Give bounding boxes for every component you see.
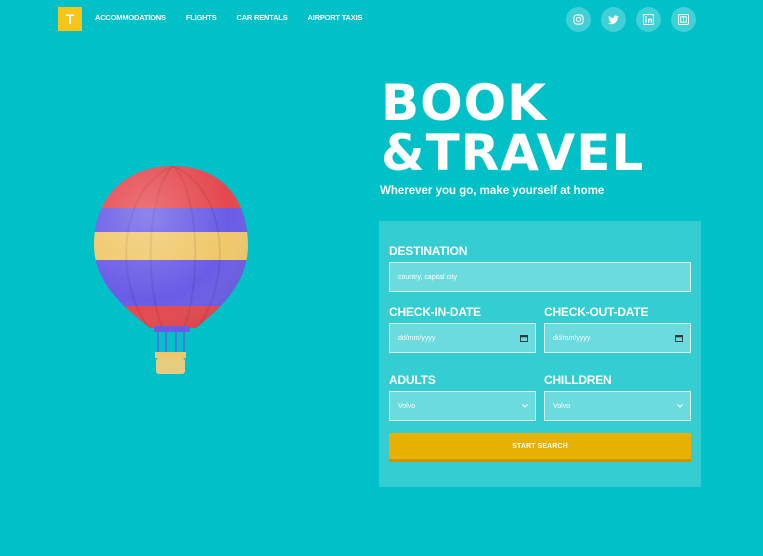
social-links bbox=[566, 7, 696, 32]
bookmark-link[interactable] bbox=[671, 7, 696, 32]
hero-subtitle: Wherever you go, make yourself at home bbox=[380, 185, 605, 197]
instagram-icon bbox=[573, 14, 584, 25]
calendar-icon[interactable] bbox=[675, 334, 683, 342]
nav-car-rentals[interactable]: CAR RENTALS bbox=[237, 13, 288, 22]
hero-title-line2: &TRAVEL bbox=[381, 124, 645, 182]
nav-accommodations[interactable]: ACCOMMODATIONS bbox=[95, 13, 166, 22]
destination-label: DESTINATION bbox=[389, 244, 468, 258]
checkin-placeholder: dd/mm/yyyy bbox=[398, 334, 436, 342]
hot-air-balloon-illustration bbox=[94, 166, 248, 374]
children-select[interactable]: Volvo bbox=[544, 391, 691, 421]
adults-value: Volvo bbox=[398, 402, 416, 410]
instagram-link[interactable] bbox=[566, 7, 591, 32]
checkout-label: CHECK-OUT-DATE bbox=[544, 305, 649, 319]
checkout-placeholder: dd/mm/yyyy bbox=[553, 334, 591, 342]
twitter-link[interactable] bbox=[601, 7, 626, 32]
children-value: Volvo bbox=[553, 402, 571, 410]
nav-flights[interactable]: FLIGHTS bbox=[186, 13, 217, 22]
adults-select[interactable]: Volvo bbox=[389, 391, 536, 421]
checkout-date-input[interactable]: dd/mm/yyyy bbox=[544, 323, 691, 353]
twitter-icon bbox=[608, 15, 619, 24]
linkedin-link[interactable] bbox=[636, 7, 661, 32]
destination-placeholder: country, capital city bbox=[398, 273, 458, 281]
bookmark-icon bbox=[678, 14, 689, 25]
page: T ACCOMMODATIONS FLIGHTS CAR RENTALS AIR… bbox=[0, 0, 763, 556]
checkin-label: CHECK-IN-DATE bbox=[389, 305, 481, 319]
nav-airport-taxis[interactable]: AIRPORT TAXIS bbox=[308, 13, 363, 22]
chevron-down-icon bbox=[522, 404, 528, 408]
children-label: CHILLDREN bbox=[544, 373, 612, 387]
adults-label: ADULTS bbox=[389, 373, 436, 387]
destination-input[interactable]: country, capital city bbox=[389, 262, 691, 292]
calendar-icon[interactable] bbox=[520, 334, 528, 342]
hero-title: BOOK &TRAVEL bbox=[381, 78, 644, 178]
chevron-down-icon bbox=[677, 404, 683, 408]
logo[interactable]: T bbox=[58, 7, 82, 31]
search-form: DESTINATION country, capital city CHECK-… bbox=[379, 221, 701, 487]
linkedin-icon bbox=[643, 14, 654, 25]
start-search-button[interactable]: START SEARCH bbox=[389, 433, 691, 462]
checkin-date-input[interactable]: dd/mm/yyyy bbox=[389, 323, 536, 353]
main-nav: ACCOMMODATIONS FLIGHTS CAR RENTALS AIRPO… bbox=[95, 13, 382, 22]
hero-title-line1: BOOK bbox=[381, 74, 547, 132]
